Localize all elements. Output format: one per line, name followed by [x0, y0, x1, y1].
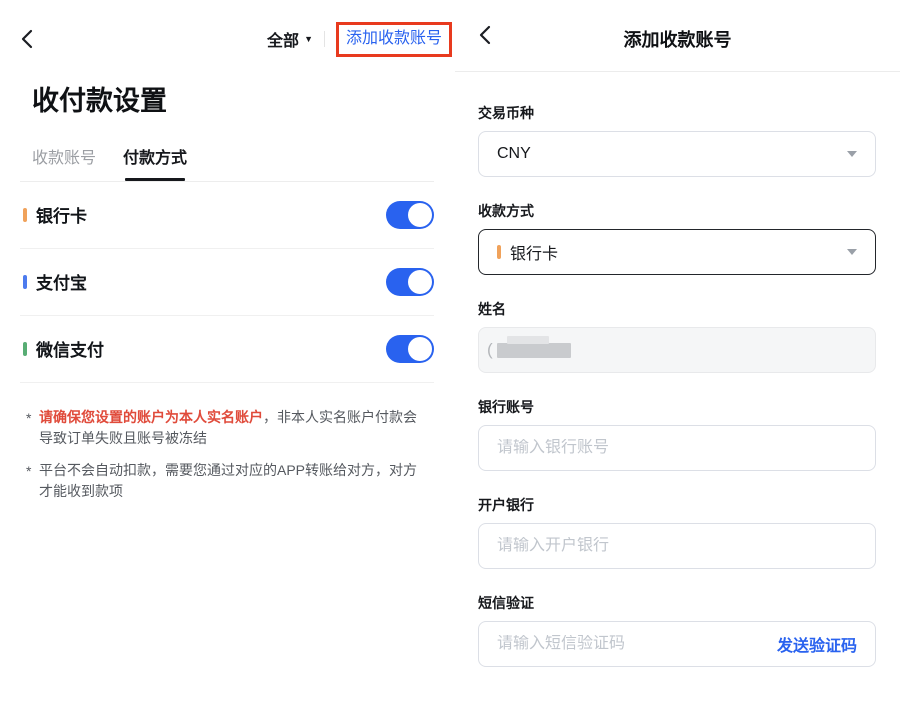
dropdown-arrow-icon [847, 249, 857, 255]
sms-code-input[interactable] [497, 635, 765, 653]
currency-select[interactable]: CNY [478, 131, 876, 177]
add-receiving-account-screen: 添加收款账号 交易币种 CNY 收款方式 银行卡 姓名 [455, 0, 900, 702]
currency-value-wrap: CNY [497, 145, 531, 163]
right-header: 添加收款账号 [455, 0, 900, 56]
bank-name-label: 开户银行 [478, 495, 876, 515]
payment-method-list: 银行卡 支付宝 微信支付 [23, 182, 434, 383]
bank-name-input[interactable] [497, 537, 857, 555]
note-text: 平台不会自动扣款，需要您通过对应的APP转账给对方，对方才能收到款项 [39, 462, 417, 499]
method-label: 收款方式 [478, 201, 876, 221]
wechat-pay-marker [23, 342, 27, 356]
bank-card-marker [497, 245, 501, 259]
method-value: 银行卡 [510, 240, 558, 264]
add-account-form: 交易币种 CNY 收款方式 银行卡 姓名 ( [455, 103, 900, 667]
toggle-knob [408, 203, 432, 227]
header-separator [455, 71, 900, 72]
note-manual-transfer: * 平台不会自动扣款，需要您通过对应的APP转账给对方，对方才能收到款项 [26, 460, 418, 503]
left-topbar: 全部 ▼ 添加收款账号 [0, 0, 455, 57]
page-title: 收付款设置 [32, 79, 455, 118]
bank-account-box [478, 425, 876, 471]
toggle-knob [408, 337, 432, 361]
currency-label: 交易币种 [478, 103, 876, 123]
bank-card-marker [23, 208, 27, 222]
name-field: ( [478, 327, 876, 373]
currency-value: CNY [497, 145, 531, 163]
add-receiving-account-button[interactable]: 添加收款账号 [336, 22, 452, 57]
sms-label: 短信验证 [478, 593, 876, 613]
back-icon[interactable] [478, 24, 500, 46]
method-value-wrap: 银行卡 [497, 240, 558, 264]
screen-title: 添加收款账号 [455, 26, 900, 52]
redacted-name-block [497, 343, 571, 358]
payment-method-label: 银行卡 [36, 202, 87, 227]
topbar-divider [324, 31, 325, 47]
warning-notes: *请确保您设置的账户为本人实名账户，非本人实名账户付款会导致订单失败且账号被冻结… [26, 407, 435, 503]
payment-method-label: 支付宝 [36, 269, 87, 294]
wechat-pay-toggle[interactable] [386, 335, 434, 363]
payment-method-row-wechat-pay: 微信支付 [23, 316, 434, 382]
masked-name-prefix: ( [487, 340, 493, 360]
dropdown-arrow-icon [847, 151, 857, 157]
alipay-toggle[interactable] [386, 268, 434, 296]
note-real-name-warning: *请确保您设置的账户为本人实名账户，非本人实名账户付款会导致订单失败且账号被冻结 [26, 407, 418, 450]
account-field-group: 银行账号 [478, 397, 876, 471]
sms-field-group: 短信验证 发送验证码 [478, 593, 876, 667]
note-highlight: 请确保您设置的账户为本人实名账户 [39, 409, 263, 425]
filter-label: 全部 [267, 27, 299, 51]
filter-dropdown[interactable]: 全部 ▼ [267, 27, 313, 51]
row-separator [20, 382, 434, 383]
currency-field-group: 交易币种 CNY [478, 103, 876, 177]
method-select[interactable]: 银行卡 [478, 229, 876, 275]
sms-box: 发送验证码 [478, 621, 876, 667]
bank-account-label: 银行账号 [478, 397, 876, 417]
topbar-actions: 全部 ▼ 添加收款账号 [267, 22, 452, 57]
payment-method-row-alipay: 支付宝 [23, 249, 434, 315]
method-field-group: 收款方式 银行卡 [478, 201, 876, 275]
note-bullet: * [26, 408, 31, 429]
bank-card-toggle[interactable] [386, 201, 434, 229]
back-icon[interactable] [20, 28, 42, 50]
note-bullet: * [26, 461, 31, 482]
tabs: 收款账号 付款方式 [32, 144, 455, 181]
payment-method-row-bank-card: 银行卡 [23, 182, 434, 248]
alipay-marker [23, 275, 27, 289]
bank-name-field-group: 开户银行 [478, 495, 876, 569]
name-label: 姓名 [478, 299, 876, 319]
toggle-knob [408, 270, 432, 294]
payment-method-label: 微信支付 [36, 336, 104, 361]
tab-payment-methods[interactable]: 付款方式 [123, 144, 187, 181]
tab-receiving-accounts[interactable]: 收款账号 [32, 144, 96, 181]
send-code-button[interactable]: 发送验证码 [777, 632, 857, 656]
payment-settings-screen: 全部 ▼ 添加收款账号 收付款设置 收款账号 付款方式 银行卡 支付宝 微信支付 [0, 0, 455, 702]
caret-down-icon: ▼ [304, 35, 313, 44]
bank-account-input[interactable] [497, 439, 857, 457]
bank-name-box [478, 523, 876, 569]
name-field-group: 姓名 ( [478, 299, 876, 373]
